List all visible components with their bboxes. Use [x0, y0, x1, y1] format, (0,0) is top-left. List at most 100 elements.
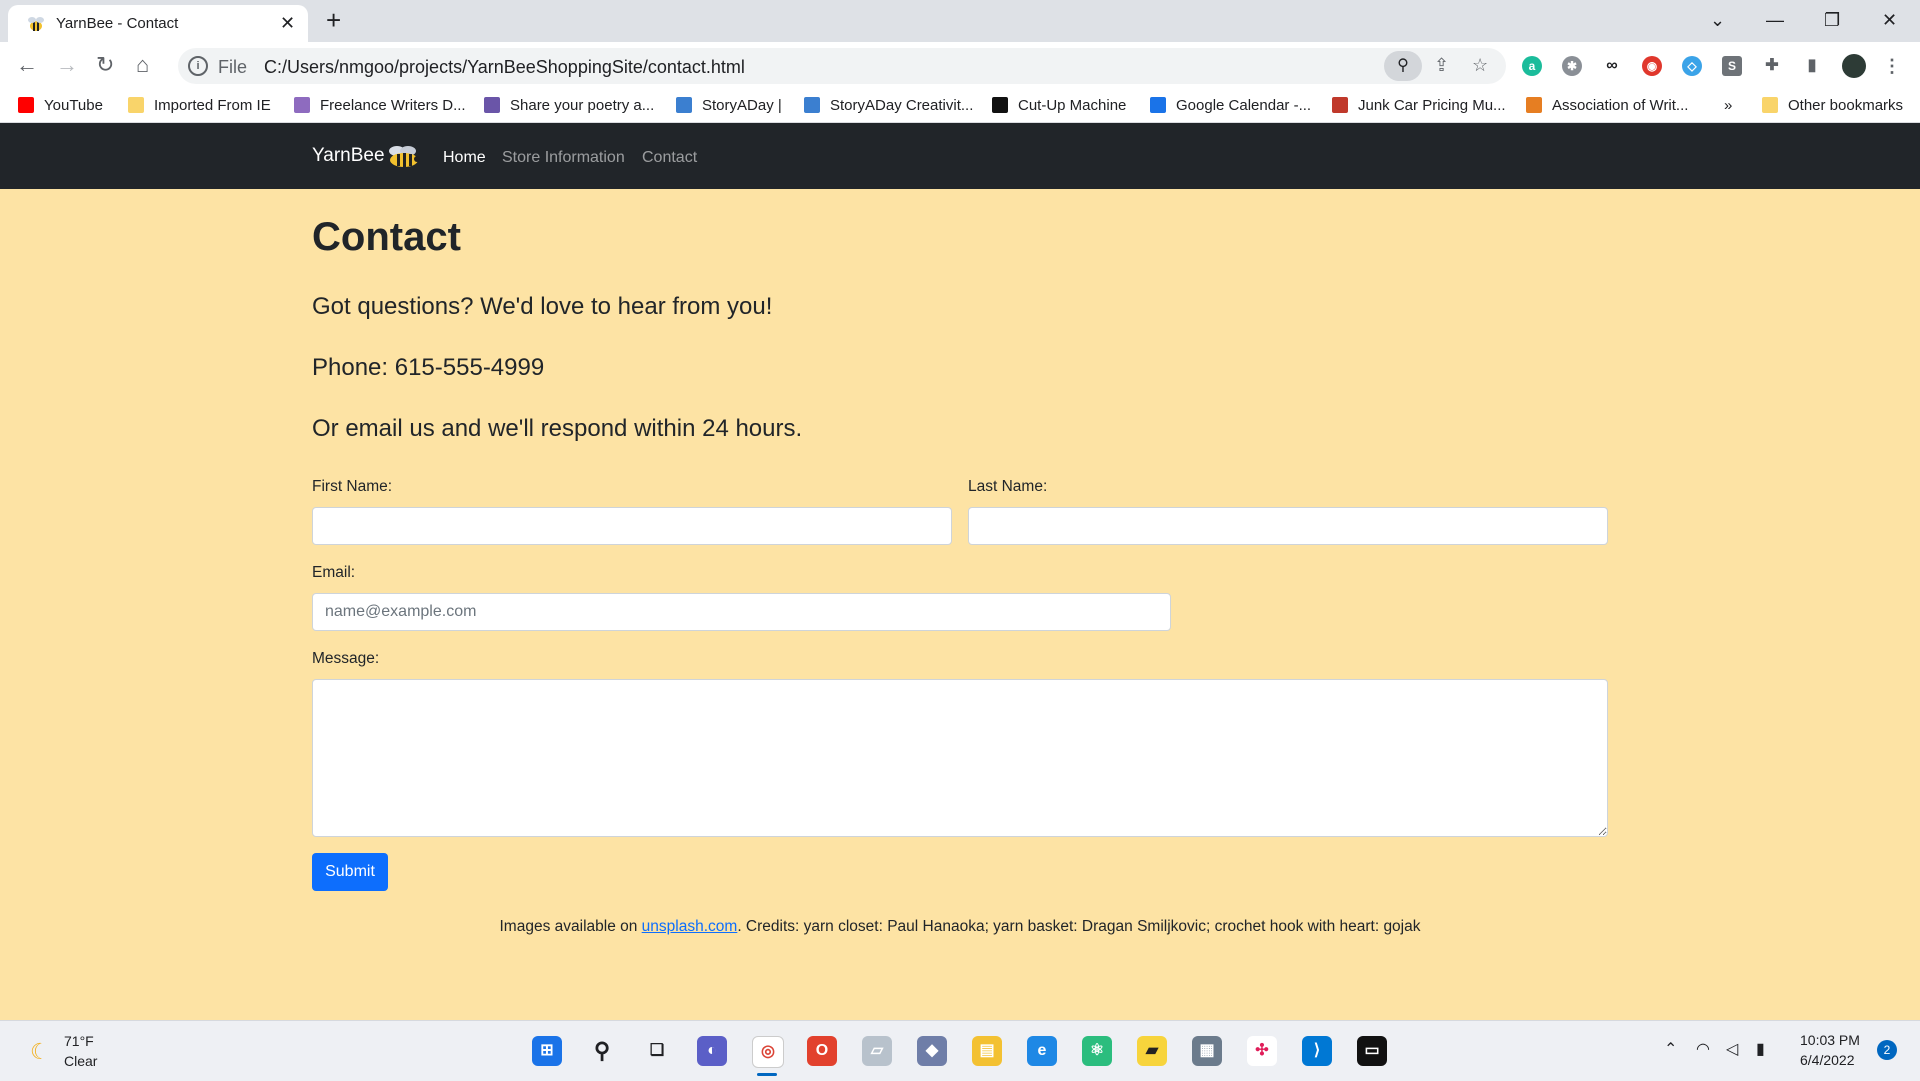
glasses-extension-icon[interactable]: ∞	[1602, 56, 1622, 76]
credits-text: . Credits: yarn closet: Paul Hanaoka; ya…	[737, 918, 1421, 935]
task-view-icon[interactable]: ❏	[642, 1036, 672, 1066]
bookmark-star-icon[interactable]: ☆	[1472, 55, 1488, 76]
extensions-puzzle-icon[interactable]: ✚	[1762, 56, 1782, 76]
bookmark-google-calendar[interactable]: Google Calendar -...	[1150, 97, 1311, 114]
credits-prefix: Images available on	[499, 918, 642, 935]
first-name-field[interactable]	[312, 507, 952, 545]
minimize-icon[interactable]: —	[1766, 6, 1784, 34]
profile-avatar[interactable]	[1842, 54, 1866, 78]
wifi-icon[interactable]: ◠	[1696, 1039, 1710, 1059]
contact-intro: Got questions? We'd love to hear from yo…	[312, 293, 773, 320]
clock-time[interactable]: 10:03 PM	[1800, 1032, 1860, 1048]
folder-icon	[128, 97, 144, 113]
vscode-icon[interactable]: ⟩	[1302, 1036, 1332, 1066]
nav-link-store-information[interactable]: Store Information	[502, 149, 625, 167]
junk-car-icon	[1332, 97, 1348, 113]
poetry-icon	[484, 97, 500, 113]
page-title: Contact	[312, 215, 461, 259]
last-name-label: Last Name:	[968, 478, 1048, 495]
nav-link-contact[interactable]: Contact	[642, 149, 697, 167]
last-name-field[interactable]	[968, 507, 1608, 545]
bee-favicon-icon	[28, 17, 44, 31]
browser-tabstrip: YarnBee - Contact ✕ + ⌄ — ❐ ✕	[0, 0, 1920, 42]
zoom-magnifier-icon[interactable]: ⚲	[1384, 51, 1422, 81]
speaker-icon[interactable]: ◁	[1726, 1039, 1738, 1059]
edge-icon[interactable]: e	[1027, 1036, 1057, 1066]
tab-search-chevron-icon[interactable]: ⌄	[1710, 6, 1725, 34]
bookmarks-bar: YouTube Imported From IE Freelance Write…	[0, 90, 1920, 123]
share-icon[interactable]: ⇪	[1434, 55, 1449, 76]
browser-tab[interactable]: YarnBee - Contact ✕	[8, 5, 308, 42]
teams-chat-icon[interactable]: ◐	[697, 1036, 727, 1066]
message-textarea[interactable]	[312, 679, 1608, 837]
clock-date[interactable]: 6/4/2022	[1800, 1052, 1855, 1068]
calculator-icon[interactable]: ▦	[1192, 1036, 1222, 1066]
site-navbar: YarnBee Home Store Information Contact	[0, 123, 1920, 189]
bookmark-youtube[interactable]: YouTube	[18, 97, 103, 114]
s-extension-icon[interactable]: S	[1722, 56, 1742, 76]
nav-link-home[interactable]: Home	[443, 149, 486, 167]
bug-extension-icon[interactable]: ✱	[1562, 56, 1582, 76]
email-label: Email:	[312, 564, 356, 581]
weather-condition[interactable]: Clear	[64, 1053, 97, 1069]
reload-icon[interactable]: ↻	[96, 52, 114, 78]
window-close-icon[interactable]: ✕	[1882, 6, 1897, 34]
battery-icon[interactable]: ▮	[1756, 1039, 1765, 1059]
bookmark-association-of-writers[interactable]: Association of Writ...	[1526, 97, 1688, 114]
site-info-icon[interactable]: i	[188, 56, 208, 76]
forward-arrow-icon[interactable]: →	[56, 52, 78, 78]
restore-icon[interactable]: ❐	[1824, 6, 1840, 34]
atom-icon[interactable]: ⚛	[1082, 1036, 1112, 1066]
side-panel-icon[interactable]: ▮	[1802, 56, 1822, 76]
back-arrow-icon[interactable]: ←	[16, 52, 38, 78]
bookmark-storyaday-creativity[interactable]: StoryADay Creativit...	[804, 97, 973, 114]
file-explorer-icon[interactable]: ▤	[972, 1036, 1002, 1066]
unsplash-link[interactable]: unsplash.com	[642, 918, 738, 935]
office-icon[interactable]: O	[807, 1036, 837, 1066]
bookmark-freelance-writers[interactable]: Freelance Writers D...	[294, 97, 466, 114]
bookmark-share-poetry[interactable]: Share your poetry a...	[484, 97, 654, 114]
bookmarks-overflow-chevron-icon[interactable]: »	[1724, 97, 1732, 114]
new-tab-button[interactable]: +	[326, 6, 341, 34]
address-url[interactable]: C:/Users/nmgoo/projects/YarnBeeShoppingS…	[264, 57, 745, 78]
bookmark-storyaday[interactable]: StoryADay |	[676, 97, 782, 114]
terminal-icon[interactable]: ▭	[1357, 1036, 1387, 1066]
tab-title: YarnBee - Contact	[56, 15, 179, 32]
google-calendar-icon	[1150, 97, 1166, 113]
navbar-brand[interactable]: YarnBee	[312, 145, 385, 167]
email-field[interactable]	[312, 593, 1171, 631]
grammarly-extension-icon[interactable]: a	[1522, 56, 1542, 76]
slack-icon[interactable]: ✣	[1247, 1036, 1277, 1066]
message-label: Message:	[312, 650, 380, 667]
windows-taskbar: ☾ 71°F Clear ⊞ ⚲ ❏ ◐ ◎ O ▱ ◆ ▤ e ⚛ ▰ ▦ ✣…	[0, 1020, 1920, 1081]
weather-temperature[interactable]: 71°F	[64, 1033, 94, 1049]
youtube-icon	[18, 97, 34, 113]
active-app-indicator	[757, 1073, 777, 1076]
bookmark-junk-car-pricing[interactable]: Junk Car Pricing Mu...	[1332, 97, 1506, 114]
moon-weather-icon[interactable]: ☾	[30, 1039, 50, 1065]
search-icon[interactable]: ⚲	[587, 1036, 617, 1066]
storyaday-icon	[804, 97, 820, 113]
bookmark-cut-up-machine[interactable]: Cut-Up Machine	[992, 97, 1126, 114]
bee-logo-icon	[389, 146, 420, 167]
storyaday-icon	[676, 97, 692, 113]
home-icon[interactable]: ⌂	[136, 52, 149, 78]
chrome-icon[interactable]: ◎	[752, 1036, 784, 1068]
badge-app-icon[interactable]: ◆	[917, 1036, 947, 1066]
whiteboard-icon[interactable]: ▱	[862, 1036, 892, 1066]
image-credits: Images available on unsplash.com. Credit…	[0, 918, 1920, 936]
bookmark-imported-from-ie[interactable]: Imported From IE	[128, 97, 271, 114]
tab-close-icon[interactable]: ✕	[280, 13, 295, 33]
sticky-notes-icon[interactable]: ▰	[1137, 1036, 1167, 1066]
diamond-extension-icon[interactable]: ◇	[1682, 56, 1702, 76]
address-bar[interactable]: i File C:/Users/nmgoo/projects/YarnBeeSh…	[178, 48, 1506, 84]
contact-phone: Phone: 615-555-4999	[312, 354, 545, 381]
notification-badge[interactable]: 2	[1877, 1040, 1897, 1060]
contact-email-note: Or email us and we'll respond within 24 …	[312, 415, 803, 442]
menu-kebab-icon[interactable]: ⋮	[1882, 56, 1902, 76]
start-windows-icon[interactable]: ⊞	[532, 1036, 562, 1066]
owl-extension-icon[interactable]: ◉	[1642, 56, 1662, 76]
submit-button[interactable]: Submit	[312, 853, 388, 891]
bookmark-other-bookmarks[interactable]: Other bookmarks	[1762, 97, 1903, 114]
tray-chevron-up-icon[interactable]: ⌃	[1664, 1039, 1677, 1059]
